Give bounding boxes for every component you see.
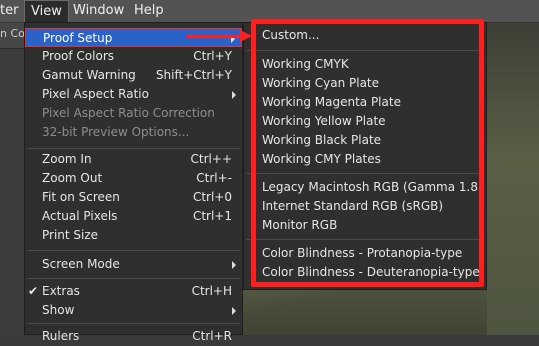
menu-item-shortcut: Ctrl+0 — [192, 190, 232, 204]
menu-separator — [27, 250, 240, 251]
canvas-right-area — [487, 22, 539, 335]
menu-item-zoom-out[interactable]: Zoom Out Ctrl+- — [25, 169, 242, 188]
menu-item-gamut-warning[interactable]: Gamut Warning Shift+Ctrl+Y — [25, 66, 242, 85]
menu-item-label: Zoom In — [42, 152, 92, 166]
menu-item-label: Pixel Aspect Ratio Correction — [42, 106, 215, 120]
menu-window[interactable]: Window — [67, 0, 130, 22]
menu-item-label: Screen Mode — [42, 257, 120, 271]
menu-item-label: Proof Colors — [42, 49, 114, 63]
menu-item-label: 32-bit Preview Options... — [42, 125, 190, 139]
menu-item-label: Actual Pixels — [42, 209, 118, 223]
menu-item-rulers[interactable]: Rulers Ctrl+R — [25, 327, 242, 346]
menu-item-shortcut: Ctrl+- — [196, 171, 232, 185]
menu-item-actual-pixels[interactable]: Actual Pixels Ctrl+1 — [25, 207, 242, 226]
chevron-right-icon — [232, 91, 236, 99]
menu-item-extras[interactable]: ✔ Extras Ctrl+H — [25, 282, 242, 301]
menu-item-show[interactable]: Show — [25, 301, 242, 320]
annotation-arrow-icon — [240, 30, 252, 42]
menu-separator — [27, 148, 240, 149]
menu-item-label: Gamut Warning — [42, 68, 136, 82]
annotation-arrow-line — [186, 35, 242, 38]
menu-item-label: Zoom Out — [42, 171, 103, 185]
menu-item-label: Extras — [42, 284, 80, 298]
menu-item-print-size[interactable]: Print Size — [25, 226, 242, 245]
tools-panel — [0, 49, 25, 335]
menu-item-zoom-in[interactable]: Zoom In Ctrl++ — [25, 150, 242, 169]
menu-item-screen-mode[interactable]: Screen Mode — [25, 255, 242, 274]
view-menu-dropdown: Proof Setup Proof Colors Ctrl+Y Gamut Wa… — [24, 22, 243, 343]
check-icon: ✔ — [28, 284, 39, 298]
menu-item-shortcut: Ctrl+H — [191, 284, 232, 298]
menu-item-fit-on-screen[interactable]: Fit on Screen Ctrl+0 — [25, 188, 242, 207]
menu-item-pixel-aspect-ratio[interactable]: Pixel Aspect Ratio — [25, 85, 242, 104]
menu-item-label: Pixel Aspect Ratio — [42, 87, 149, 101]
menu-item-shortcut: Shift+Ctrl+Y — [155, 68, 232, 82]
menu-item-label: Print Size — [42, 228, 99, 242]
menu-item-label: Show — [42, 303, 75, 317]
chevron-right-icon — [232, 307, 236, 315]
menu-item-32bit-preview: 32-bit Preview Options... — [25, 123, 242, 142]
menu-item-label: Fit on Screen — [42, 190, 120, 204]
menu-separator — [27, 323, 240, 324]
menu-item-shortcut: Ctrl++ — [190, 152, 232, 166]
menu-item-pixel-aspect-ratio-correction: Pixel Aspect Ratio Correction — [25, 104, 242, 123]
menu-item-proof-colors[interactable]: Proof Colors Ctrl+Y — [25, 47, 242, 66]
annotation-highlight-frame — [251, 19, 484, 287]
menu-item-label: Proof Setup — [43, 31, 113, 45]
chevron-right-icon — [232, 261, 236, 269]
menu-separator — [27, 278, 240, 279]
menu-item-label: Rulers — [42, 329, 80, 343]
menu-view[interactable]: View — [24, 0, 69, 22]
menu-item-shortcut: Ctrl+1 — [192, 209, 232, 223]
menu-filter[interactable]: ter — [0, 0, 24, 22]
menu-item-shortcut: Ctrl+R — [192, 329, 232, 343]
menu-help[interactable]: Help — [128, 0, 170, 22]
menu-item-shortcut: Ctrl+Y — [193, 49, 232, 63]
